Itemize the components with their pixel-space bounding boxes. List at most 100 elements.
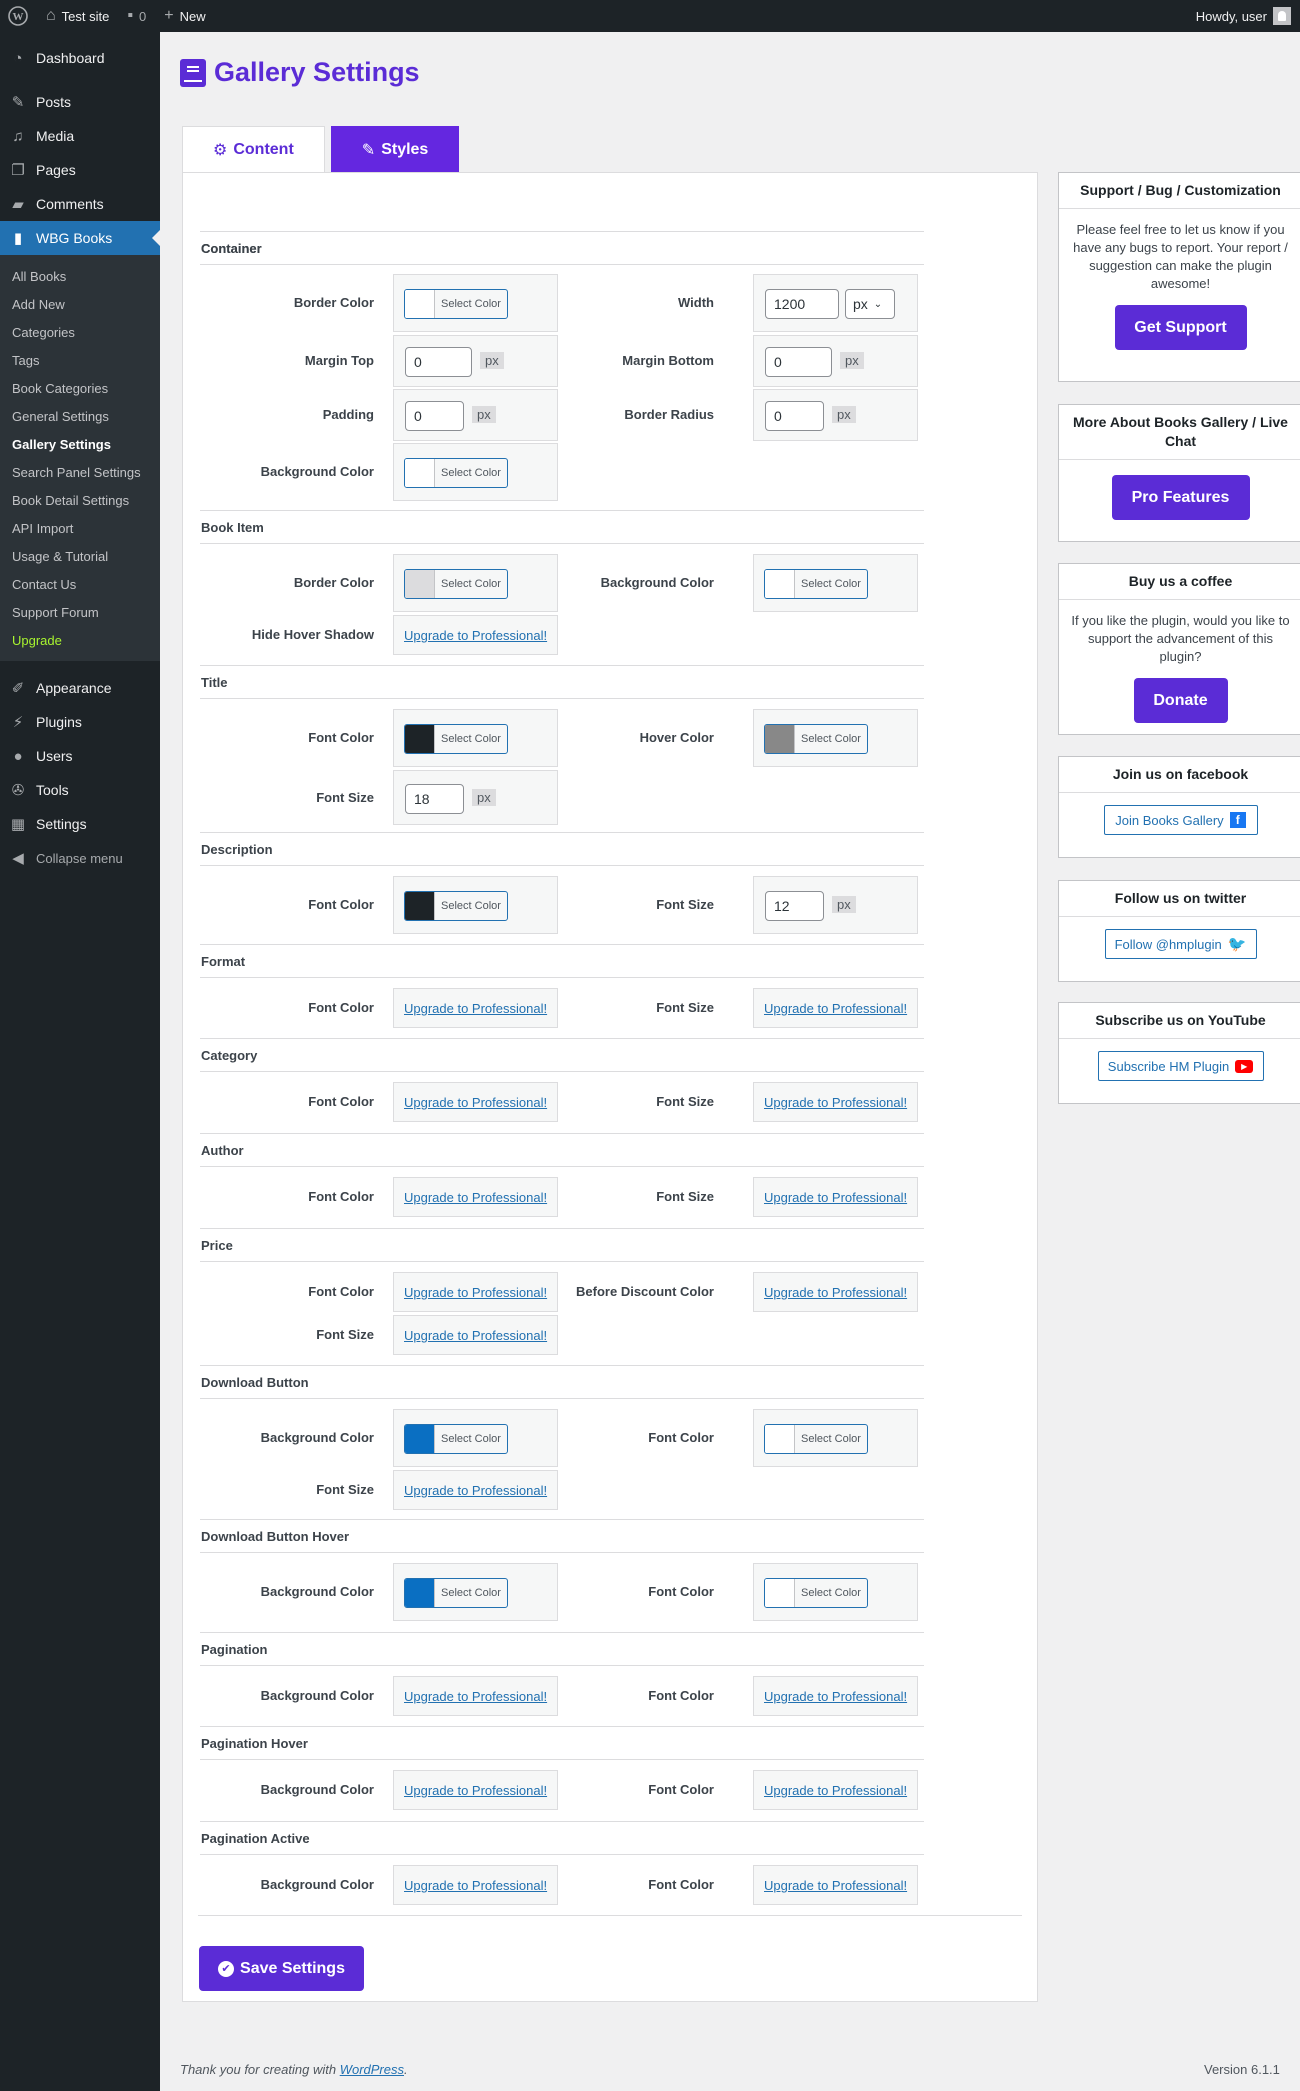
download-button-hover-font-color-color-picker[interactable]: Select Color <box>764 1578 868 1608</box>
container-border-radius-label: Border Radius <box>624 407 714 422</box>
submenu-categories[interactable]: Categories <box>0 318 160 346</box>
title-font-color-color-picker[interactable]: Select Color <box>404 724 508 754</box>
submenu-add-new[interactable]: Add New <box>0 290 160 318</box>
unit-label: px <box>472 406 496 423</box>
container-margin-bottom-label: Margin Bottom <box>622 353 714 368</box>
menu-posts[interactable]: ✎ Posts <box>0 85 160 119</box>
subscribe-youtube-button[interactable]: Subscribe HM Plugin ▶ <box>1097 1051 1264 1081</box>
category-font-color-upgrade-link[interactable]: Upgrade to Professional! <box>404 1095 547 1110</box>
submenu-support-forum[interactable]: Support Forum <box>0 598 160 626</box>
price-before-discount-color-upgrade-link[interactable]: Upgrade to Professional! <box>764 1285 907 1300</box>
submenu-gallery-settings[interactable]: Gallery Settings <box>0 430 160 458</box>
submenu-search-panel-settings[interactable]: Search Panel Settings <box>0 458 160 486</box>
collapse-menu-button[interactable]: ◀ Collapse menu <box>0 841 160 875</box>
download-button-background-color-color-picker[interactable]: Select Color <box>404 1424 508 1454</box>
pagination-active-font-color-cell: Upgrade to Professional! <box>753 1865 918 1905</box>
submenu-general-settings[interactable]: General Settings <box>0 402 160 430</box>
menu-dashboard[interactable]: ◔ Dashboard <box>0 41 160 75</box>
new-content-link[interactable]: + New <box>155 0 214 32</box>
download-button-hover-background-color-color-picker[interactable]: Select Color <box>404 1578 508 1608</box>
submenu-upgrade[interactable]: Upgrade <box>0 626 160 654</box>
download-button-font-color-color-picker[interactable]: Select Color <box>764 1424 868 1454</box>
pagination-hover-background-color-upgrade-link[interactable]: Upgrade to Professional! <box>404 1783 547 1798</box>
widget-more: More About Books Gallery / Live Chat Pro… <box>1058 404 1300 542</box>
price-font-size-upgrade-link[interactable]: Upgrade to Professional! <box>404 1328 547 1343</box>
container-margin-bottom-input[interactable]: 0 <box>765 347 832 377</box>
get-support-button[interactable]: Get Support <box>1114 305 1247 350</box>
submenu-all-books[interactable]: All Books <box>0 262 160 290</box>
home-icon: ⌂ <box>46 7 56 24</box>
category-font-size-upgrade-link[interactable]: Upgrade to Professional! <box>764 1095 907 1110</box>
submenu-book-categories[interactable]: Book Categories <box>0 374 160 402</box>
menu-pages[interactable]: ❐ Pages <box>0 153 160 187</box>
container-background-color-color-picker[interactable]: Select Color <box>404 458 508 488</box>
title-hover-color-color-picker[interactable]: Select Color <box>764 724 868 754</box>
format-font-size-upgrade-link[interactable]: Upgrade to Professional! <box>764 1001 907 1016</box>
category-font-color-cell: Upgrade to Professional! <box>393 1082 558 1122</box>
container-border-color-color-picker[interactable]: Select Color <box>404 289 508 319</box>
price-font-color-upgrade-link[interactable]: Upgrade to Professional! <box>404 1285 547 1300</box>
menu-media[interactable]: ♫ Media <box>0 119 160 153</box>
gear-icon: ⚙ <box>213 141 228 159</box>
site-name-link[interactable]: ⌂ Test site <box>37 0 118 32</box>
width-unit-select[interactable]: px ⌄ <box>845 289 895 319</box>
description-font-color-color-picker[interactable]: Select Color <box>404 891 508 921</box>
menu-comments[interactable]: ▰ Comments <box>0 187 160 221</box>
donate-button[interactable]: Donate <box>1133 678 1228 723</box>
book-icon <box>180 58 206 87</box>
color-swatch <box>765 1579 795 1607</box>
pagination-background-color-cell: Upgrade to Professional! <box>393 1676 558 1716</box>
pagination-background-color-upgrade-link[interactable]: Upgrade to Professional! <box>404 1689 547 1704</box>
avatar <box>1273 7 1291 25</box>
menu-tools[interactable]: ✇ Tools <box>0 773 160 807</box>
book-item-border-color-color-picker[interactable]: Select Color <box>404 569 508 599</box>
container-margin-top-input[interactable]: 0 <box>405 347 472 377</box>
save-settings-button[interactable]: ✔ Save Settings <box>199 1946 364 1991</box>
color-swatch <box>405 570 435 598</box>
section-title: Download Button Hover <box>200 1520 924 1553</box>
download-button-font-size-upgrade-link[interactable]: Upgrade to Professional! <box>404 1483 547 1498</box>
section-title: Pagination Active <box>200 1822 924 1855</box>
comments-link[interactable]: ▪ 0 <box>118 0 155 32</box>
book-item-background-color-color-picker[interactable]: Select Color <box>764 569 868 599</box>
container-margin-top-label: Margin Top <box>304 353 374 368</box>
section-pagination: Pagination <box>200 1632 924 1666</box>
container-padding-input[interactable]: 0 <box>405 401 464 431</box>
wordpress-link[interactable]: WordPress <box>340 2062 404 2077</box>
submenu-api-import[interactable]: API Import <box>0 514 160 542</box>
pagination-background-color-label: Background Color <box>260 1688 374 1703</box>
menu-appearance[interactable]: ✐ Appearance <box>0 671 160 705</box>
pagination-active-background-color-upgrade-link[interactable]: Upgrade to Professional! <box>404 1878 547 1893</box>
plugin-icon: ⚡ <box>12 714 24 731</box>
join-facebook-button[interactable]: Join Books Gallery f <box>1103 805 1258 835</box>
container-border-radius-input[interactable]: 0 <box>765 401 824 431</box>
description-font-size-input[interactable]: 12 <box>765 891 824 921</box>
submenu-tags[interactable]: Tags <box>0 346 160 374</box>
format-font-color-upgrade-link[interactable]: Upgrade to Professional! <box>404 1001 547 1016</box>
submenu-usage-tutorial[interactable]: Usage & Tutorial <box>0 542 160 570</box>
author-font-color-upgrade-link[interactable]: Upgrade to Professional! <box>404 1190 547 1205</box>
account-menu[interactable]: Howdy, user <box>1187 0 1300 32</box>
menu-settings[interactable]: ▦ Settings <box>0 807 160 841</box>
greeting: Howdy, user <box>1195 8 1267 24</box>
author-font-size-upgrade-link[interactable]: Upgrade to Professional! <box>764 1190 907 1205</box>
title-font-size-input[interactable]: 18 <box>405 783 464 814</box>
wordpress-logo-icon[interactable]: W <box>0 0 37 32</box>
wbg-books-submenu: All Books Add New Categories Tags Book C… <box>0 255 160 661</box>
book-item-hide-hover-shadow-upgrade-link[interactable]: Upgrade to Professional! <box>404 628 547 643</box>
menu-wbg-books[interactable]: ▮ WBG Books <box>0 221 160 255</box>
submenu-contact-us[interactable]: Contact Us <box>0 570 160 598</box>
menu-users[interactable]: ● Users <box>0 739 160 773</box>
tab-styles[interactable]: ✎ Styles <box>330 126 460 173</box>
pagination-font-color-upgrade-link[interactable]: Upgrade to Professional! <box>764 1689 907 1704</box>
pagination-hover-font-color-upgrade-link[interactable]: Upgrade to Professional! <box>764 1783 907 1798</box>
container-width-input[interactable]: 1200 <box>765 289 839 319</box>
pro-features-button[interactable]: Pro Features <box>1111 475 1250 520</box>
follow-twitter-button[interactable]: Follow @hmplugin 🐦 <box>1104 929 1257 959</box>
tab-content[interactable]: ⚙ Content <box>182 126 325 173</box>
submenu-book-detail-settings[interactable]: Book Detail Settings <box>0 486 160 514</box>
section-container: Container <box>200 231 924 265</box>
menu-plugins[interactable]: ⚡ Plugins <box>0 705 160 739</box>
description-font-color-label: Font Color <box>308 897 374 912</box>
pagination-active-font-color-upgrade-link[interactable]: Upgrade to Professional! <box>764 1878 907 1893</box>
